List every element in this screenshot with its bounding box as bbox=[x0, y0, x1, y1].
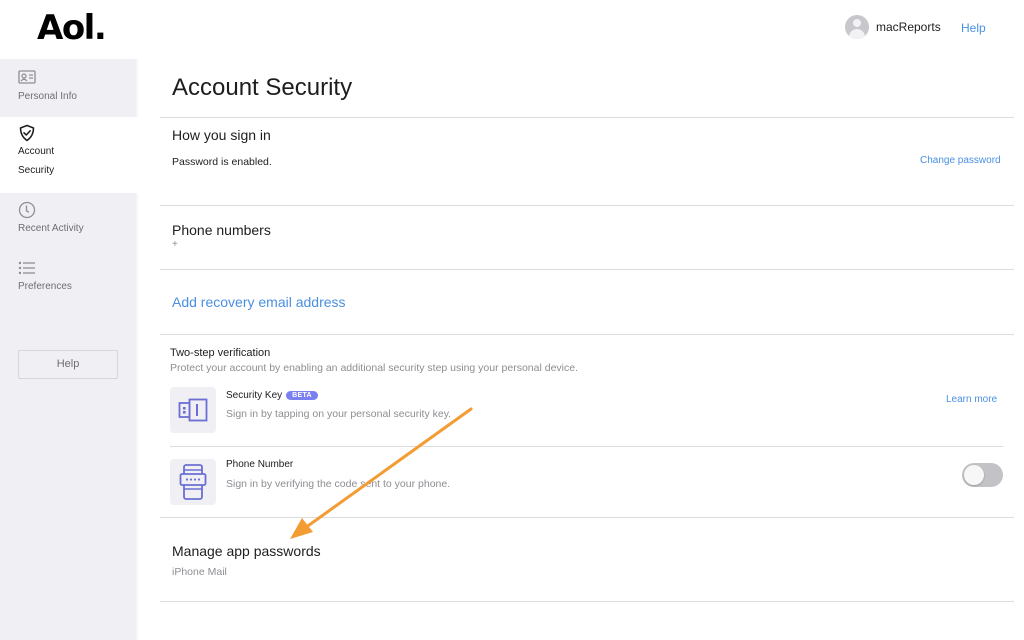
phone-number-method-description: Sign in by verifying the code sent to yo… bbox=[226, 478, 451, 490]
username[interactable]: macReports bbox=[876, 20, 941, 34]
sidebar-item-label: Recent Activity bbox=[18, 223, 84, 234]
app-passwords-title[interactable]: Manage app passwords bbox=[172, 543, 321, 559]
annotation-arrow bbox=[290, 407, 473, 539]
phone-numbers-title: Phone numbers bbox=[172, 222, 271, 238]
beta-badge: BETA bbox=[286, 391, 318, 400]
annotation-arrow-head bbox=[290, 518, 313, 539]
phone-number-value: + bbox=[172, 239, 178, 250]
security-key-icon bbox=[170, 387, 216, 433]
shield-check-icon bbox=[19, 124, 35, 142]
change-password-link[interactable]: Change password bbox=[920, 155, 1001, 166]
phone-number-method-title: Phone Number bbox=[226, 459, 294, 470]
two-step-title: Two-step verification bbox=[170, 347, 271, 359]
sign-in-title: How you sign in bbox=[172, 127, 271, 143]
header-help-link[interactable]: Help bbox=[961, 21, 986, 35]
divider bbox=[160, 117, 1014, 118]
sidebar-item-label: Personal Info bbox=[18, 91, 77, 102]
security-key-label: Security Key bbox=[226, 390, 283, 401]
phone-code-icon bbox=[170, 459, 216, 505]
top-header: Aol. macReports Help bbox=[0, 0, 1024, 59]
divider bbox=[160, 517, 1014, 518]
annotation-arrow-shaft bbox=[303, 407, 473, 530]
phone-number-toggle[interactable] bbox=[962, 463, 1003, 487]
learn-more-link[interactable]: Learn more bbox=[946, 394, 997, 405]
sidebar-help-button[interactable]: Help bbox=[18, 350, 118, 379]
id-card-icon bbox=[18, 70, 36, 84]
divider bbox=[160, 205, 1014, 206]
sidebar-item-account-security[interactable]: Account Security bbox=[0, 117, 138, 193]
clock-icon bbox=[18, 201, 36, 219]
password-status: Password is enabled. bbox=[172, 156, 272, 168]
sidebar-item-preferences[interactable]: Preferences bbox=[0, 251, 138, 309]
divider bbox=[160, 269, 1014, 270]
two-step-description: Protect your account by enabling an addi… bbox=[170, 362, 578, 374]
security-key-title: Security Key BETA bbox=[226, 390, 318, 401]
sidebar-item-label: Account bbox=[18, 146, 55, 157]
divider bbox=[160, 334, 1014, 335]
add-recovery-email-link[interactable]: Add recovery email address bbox=[172, 294, 346, 310]
sidebar-item-label: Preferences bbox=[18, 281, 72, 292]
sidebar-item-label: Security bbox=[18, 165, 55, 176]
avatar-icon[interactable] bbox=[845, 15, 869, 39]
divider bbox=[170, 446, 1003, 447]
security-key-description: Sign in by tapping on your personal secu… bbox=[226, 408, 452, 420]
page-title: Account Security bbox=[172, 74, 353, 101]
user-menu[interactable]: macReports bbox=[845, 15, 941, 39]
aol-logo[interactable]: Aol. bbox=[37, 8, 107, 48]
divider bbox=[160, 601, 1014, 602]
list-icon bbox=[18, 261, 35, 275]
sidebar-item-personal-info[interactable]: Personal Info bbox=[0, 59, 138, 117]
app-password-item: iPhone Mail bbox=[172, 566, 227, 578]
sidebar: Personal Info Account Security Recent Ac… bbox=[0, 59, 138, 640]
sidebar-item-recent-activity[interactable]: Recent Activity bbox=[0, 193, 138, 251]
toggle-knob bbox=[964, 465, 984, 485]
